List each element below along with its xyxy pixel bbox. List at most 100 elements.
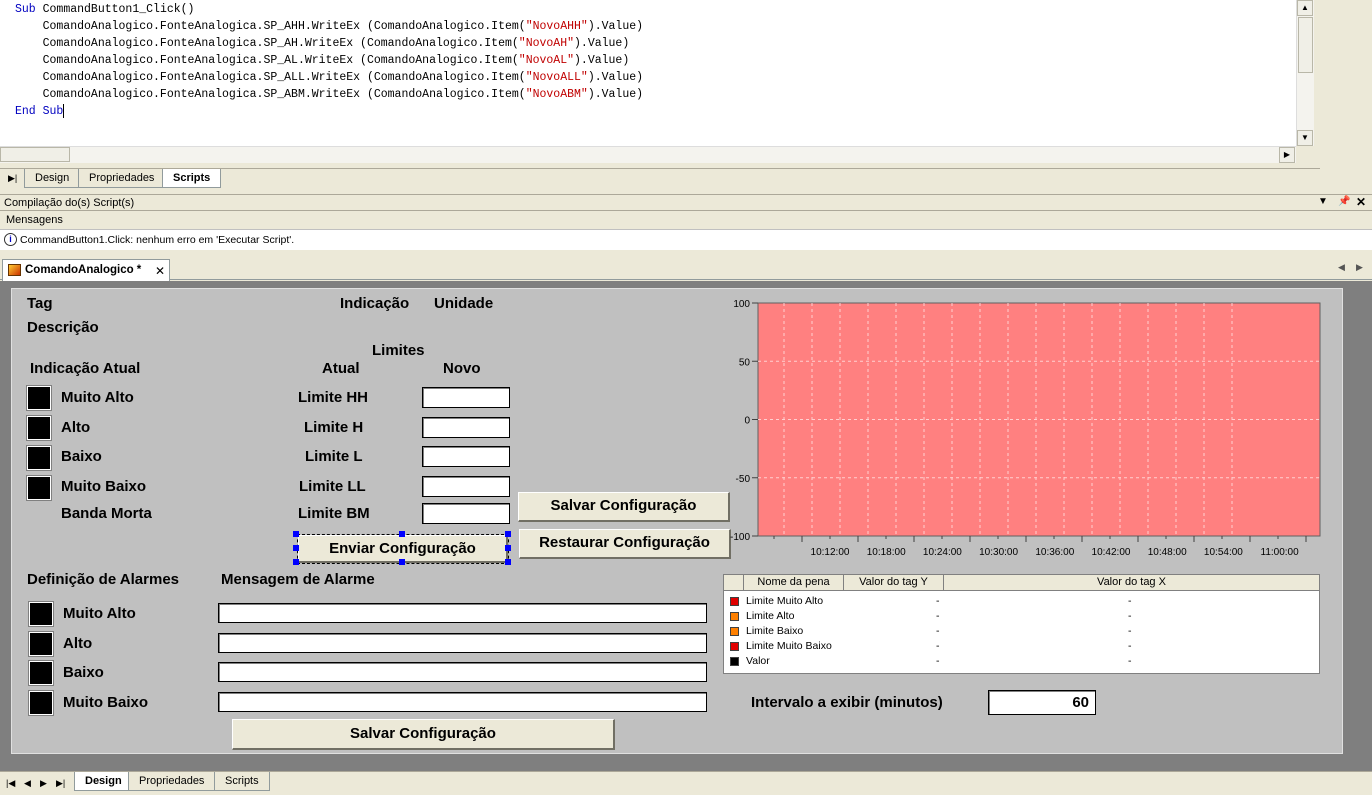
alarm-msg-muito-alto-input[interactable] xyxy=(218,603,707,623)
pen-color-swatch xyxy=(730,627,739,636)
pen-color-swatch xyxy=(730,597,739,606)
tab-propriedades[interactable]: Propriedades xyxy=(78,169,166,188)
selection-handle[interactable] xyxy=(293,545,299,551)
alarm-indicator-baixo xyxy=(28,660,54,686)
alarm-indicator-muito-alto xyxy=(28,601,54,627)
compile-pane-title: Compilação do(s) Script(s) xyxy=(4,197,135,209)
indicator-baixo xyxy=(26,445,52,471)
legend-row[interactable]: Limite Baixo - - xyxy=(724,624,1319,639)
legend-row[interactable]: Limite Muito Alto - - xyxy=(724,594,1319,609)
pen-legend-table[interactable]: Nome da pena Valor do tag Y Valor do tag… xyxy=(723,574,1320,674)
legend-header-swatch xyxy=(724,575,744,591)
selection-handle[interactable] xyxy=(293,531,299,537)
h-scroll-thumb[interactable] xyxy=(0,147,70,162)
pen-x-value: - xyxy=(1128,595,1132,607)
next-icon[interactable]: ▶ xyxy=(40,778,47,789)
selection-handle[interactable] xyxy=(293,559,299,565)
pen-y-value: - xyxy=(936,655,940,667)
legend-row[interactable]: Limite Muito Baixo - - xyxy=(724,639,1319,654)
scroll-thumb[interactable] xyxy=(1298,17,1313,73)
novo-ll-input[interactable] xyxy=(422,476,510,497)
pen-name: Limite Muito Baixo xyxy=(746,640,832,652)
pen-x-value: - xyxy=(1128,610,1132,622)
selection-handle[interactable] xyxy=(399,559,405,565)
scroll-up-icon[interactable]: ▲ xyxy=(1297,0,1313,16)
unidade-label: Unidade xyxy=(434,295,494,312)
x-axis: 10:12:00 10:18:00 10:24:00 10:30:00 10:36:00… xyxy=(773,536,1307,558)
alarm-def-label: Definição de Alarmes xyxy=(27,571,179,588)
y-tick-label: 50 xyxy=(739,357,751,368)
message-row[interactable]: i CommandButton1.Click: nenhum erro em '… xyxy=(0,229,1372,250)
close-tab-icon[interactable]: ✕ xyxy=(155,264,165,278)
y-tick-label: -50 xyxy=(736,474,751,485)
indicator-muito-alto xyxy=(26,385,52,411)
tab-scripts[interactable]: Scripts xyxy=(214,772,270,791)
selection-handle[interactable] xyxy=(505,559,511,565)
editor-vertical-scrollbar[interactable]: ▲ ▼ xyxy=(1296,0,1314,146)
indicator-muito-baixo xyxy=(26,475,52,501)
pen-name: Valor xyxy=(746,655,770,667)
indicator-label: Alto xyxy=(61,419,91,436)
novo-l-input[interactable] xyxy=(422,446,510,467)
code-line: End Sub xyxy=(15,103,65,118)
legend-header-x[interactable]: Valor do tag X xyxy=(944,575,1319,591)
limit-label: Limite HH xyxy=(298,389,369,406)
pen-y-value: - xyxy=(936,595,940,607)
pen-color-swatch xyxy=(730,642,739,651)
pin-icon[interactable]: 📌 xyxy=(1338,196,1350,207)
tab-left-icon[interactable]: ◀ xyxy=(1338,262,1345,273)
first-icon[interactable]: |◀ xyxy=(6,778,15,789)
alarm-msg-alto-input[interactable] xyxy=(218,633,707,653)
x-tick-label: 10:18:00 xyxy=(867,547,906,558)
selection-handle[interactable] xyxy=(505,531,511,537)
pen-y-value: - xyxy=(936,610,940,622)
restaurar-configuracao-button[interactable]: Restaurar Configuração xyxy=(519,529,731,559)
prev-icon[interactable]: ◀ xyxy=(24,778,31,789)
alarm-msg-muito-baixo-input[interactable] xyxy=(218,692,707,712)
novo-hh-input[interactable] xyxy=(422,387,510,408)
legend-header-name[interactable]: Nome da pena xyxy=(744,575,844,591)
legend-row[interactable]: Limite Alto - - xyxy=(724,609,1319,624)
close-icon[interactable]: ✕ xyxy=(1356,195,1366,209)
selection-handle[interactable] xyxy=(505,545,511,551)
salvar-configuracao-top-button[interactable]: Salvar Configuração xyxy=(518,492,730,522)
y-tick-label: -100 xyxy=(730,532,750,543)
interval-input[interactable]: 60 xyxy=(988,690,1096,715)
code-line: ComandoAnalogico.FonteAnalogica.SP_AHH.W… xyxy=(15,20,644,33)
pen-name: Limite Alto xyxy=(746,610,795,622)
alarm-msg-baixo-input[interactable] xyxy=(218,662,707,682)
x-tick-label: 11:00:00 xyxy=(1261,547,1300,558)
code-editor[interactable]: Sub CommandButton1_Click() ComandoAnalog… xyxy=(0,0,1314,146)
tab-scroll-icon[interactable]: ▶| xyxy=(8,173,17,184)
tab-design[interactable]: Design xyxy=(74,772,133,791)
screen-icon xyxy=(8,264,21,276)
selection-handle[interactable] xyxy=(399,531,405,537)
legend-row[interactable]: Valor - - xyxy=(724,654,1319,669)
pen-color-swatch xyxy=(730,657,739,666)
scroll-right-icon[interactable]: ▶ xyxy=(1279,147,1295,163)
x-tick-label: 10:42:00 xyxy=(1092,547,1131,558)
limit-label: Limite L xyxy=(305,448,363,465)
document-tab[interactable]: ComandoAnalogico * ✕ xyxy=(2,259,170,281)
last-icon[interactable]: ▶| xyxy=(56,778,65,789)
alarm-label: Alto xyxy=(63,635,93,652)
editor-horizontal-scrollbar[interactable]: ▶ xyxy=(0,146,1296,163)
tab-right-icon[interactable]: ▶ xyxy=(1356,262,1363,273)
tab-propriedades[interactable]: Propriedades xyxy=(128,772,216,791)
legend-header-y[interactable]: Valor do tag Y xyxy=(844,575,944,591)
messages-header: Mensagens xyxy=(0,212,1372,228)
trend-chart: 100500-50-100 10:12:00 10:18:00 10:24:00 10… xyxy=(730,299,1321,558)
novo-bm-input[interactable] xyxy=(422,503,510,524)
indicacao-label: Indicação xyxy=(340,295,410,312)
y-tick-label: 0 xyxy=(744,416,750,427)
scroll-down-icon[interactable]: ▼ xyxy=(1297,130,1313,146)
code-line: ComandoAnalogico.FonteAnalogica.SP_AH.Wr… xyxy=(15,37,630,50)
dropdown-icon[interactable]: ▼ xyxy=(1318,196,1328,207)
tag-label: Tag xyxy=(27,295,53,312)
tab-scripts[interactable]: Scripts xyxy=(162,169,222,188)
salvar-configuracao-bottom-button[interactable]: Salvar Configuração xyxy=(232,719,615,750)
tab-design[interactable]: Design xyxy=(24,169,81,188)
indicator-label: Banda Morta xyxy=(61,505,152,522)
x-tick-label: 10:36:00 xyxy=(1035,547,1074,558)
novo-h-input[interactable] xyxy=(422,417,510,438)
